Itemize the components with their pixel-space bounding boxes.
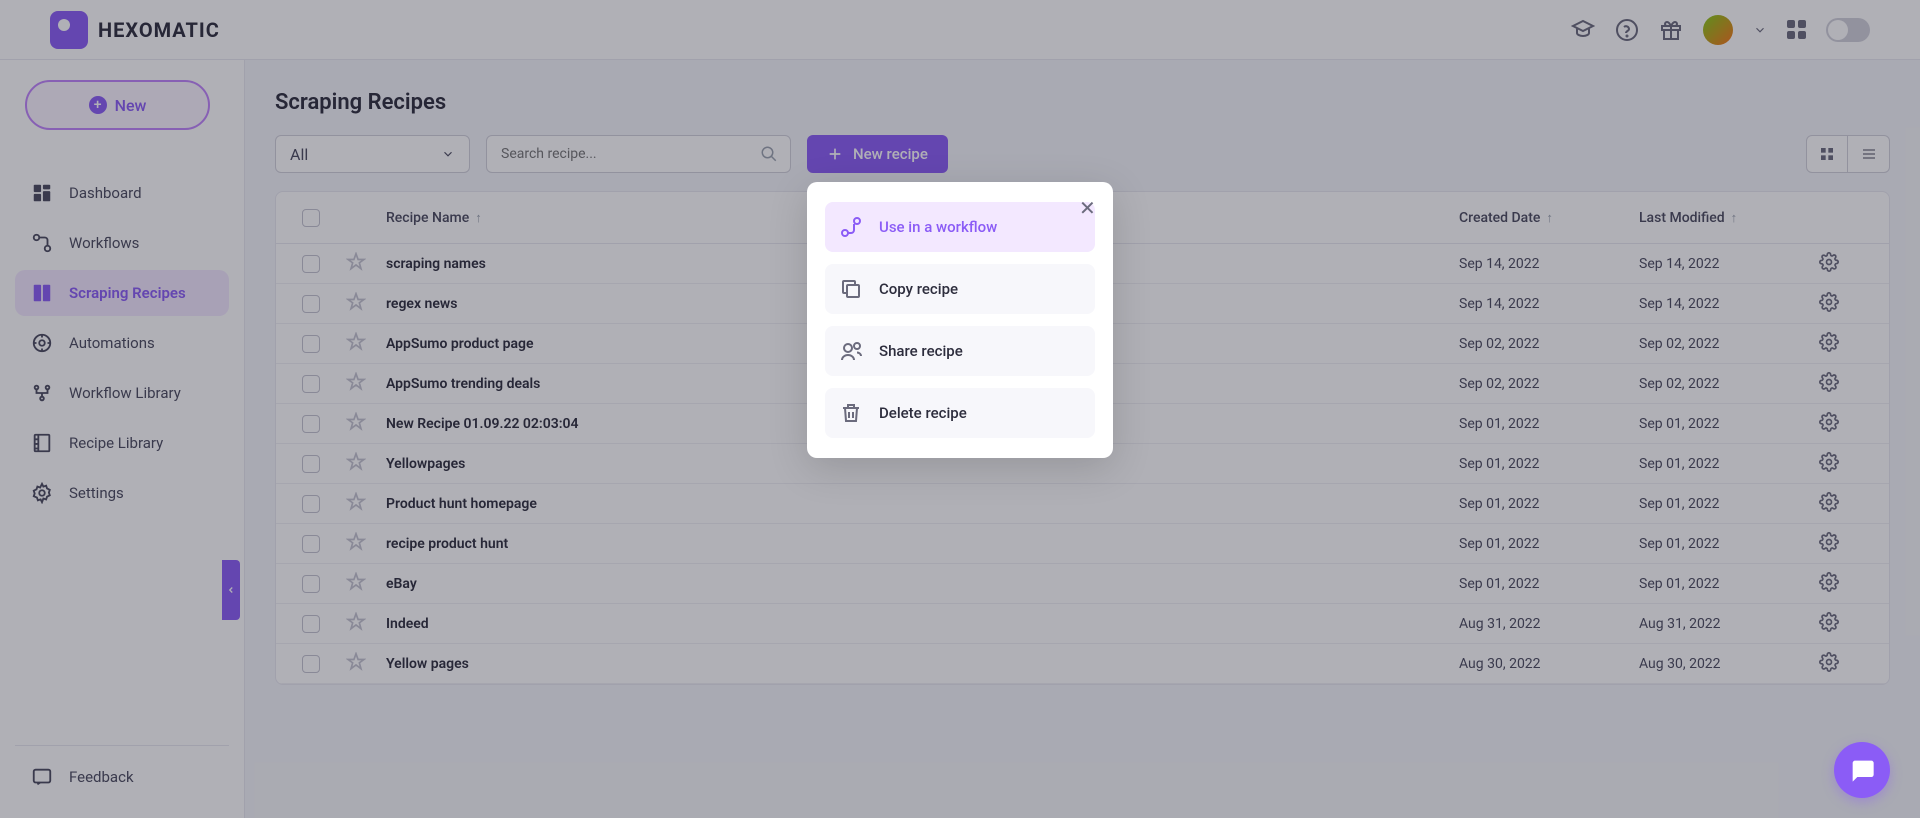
modal-item-label: Use in a workflow [879, 218, 997, 236]
modal-copy-recipe[interactable]: Copy recipe [825, 264, 1095, 314]
recipe-actions-modal: ✕ Use in a workflow Copy recipe Share re… [807, 182, 1113, 458]
modal-item-label: Copy recipe [879, 280, 958, 298]
modal-item-label: Share recipe [879, 342, 963, 360]
modal-item-label: Delete recipe [879, 404, 967, 422]
modal-share-recipe[interactable]: Share recipe [825, 326, 1095, 376]
modal-close-button[interactable]: ✕ [1079, 198, 1095, 214]
workflow-icon [839, 215, 863, 239]
share-icon [839, 339, 863, 363]
modal-use-in-workflow[interactable]: Use in a workflow [825, 202, 1095, 252]
chat-icon [1848, 756, 1876, 784]
modal-delete-recipe[interactable]: Delete recipe [825, 388, 1095, 438]
copy-icon [839, 277, 863, 301]
delete-icon [839, 401, 863, 425]
chat-widget[interactable] [1834, 742, 1890, 798]
